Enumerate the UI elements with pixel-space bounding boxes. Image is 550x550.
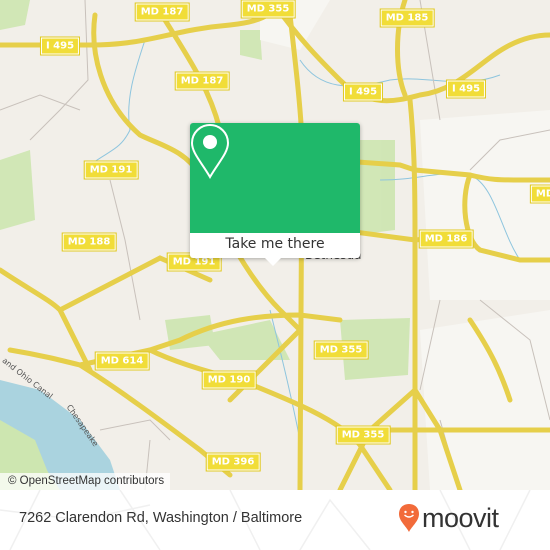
map-view[interactable]: and Ohio Canal Chesapeake Bethesda MD 18… <box>0 0 550 490</box>
road-label-md355-mid: MD 355 <box>313 340 369 360</box>
road-label-i495-west: I 495 <box>39 36 81 56</box>
map-attribution[interactable]: © OpenStreetMap contributors <box>0 473 171 490</box>
location-popup: Take me there <box>190 123 360 266</box>
road-label-i495-center: I 495 <box>342 82 384 102</box>
moovit-pin-icon <box>399 504 419 532</box>
brand-name: moovit <box>422 503 499 533</box>
road-label-md185: MD 185 <box>379 8 435 28</box>
road-label-md614: MD 614 <box>94 351 150 371</box>
road-label-md187-mid: MD 187 <box>174 71 230 91</box>
road-label-md396: MD 396 <box>205 452 261 472</box>
moovit-logo[interactable]: moovit <box>398 503 499 533</box>
attribution-text: © OpenStreetMap contributors <box>8 475 165 487</box>
road-label-md355-north: MD 355 <box>240 0 296 19</box>
map-pin-icon <box>190 123 230 179</box>
road-label-md191-north: MD 191 <box>83 160 139 180</box>
popup-pointer <box>265 258 281 266</box>
footer-bar: 7262 Clarendon Rd, Washington / Baltimor… <box>0 490 550 550</box>
road-label-md355-south: MD 355 <box>335 425 391 445</box>
road-label-md186: MD 186 <box>418 229 474 249</box>
road-label-md-east: MD <box>529 184 550 204</box>
road-label-md187-north: MD 187 <box>134 2 190 22</box>
road-label-md190: MD 190 <box>201 370 257 390</box>
road-label-i495-east: I 495 <box>445 79 487 99</box>
road-label-md188: MD 188 <box>61 232 117 252</box>
take-me-there-button[interactable]: Take me there <box>190 233 360 258</box>
address-text: 7262 Clarendon Rd, Washington / Baltimor… <box>19 510 303 526</box>
popup-header <box>190 123 360 233</box>
